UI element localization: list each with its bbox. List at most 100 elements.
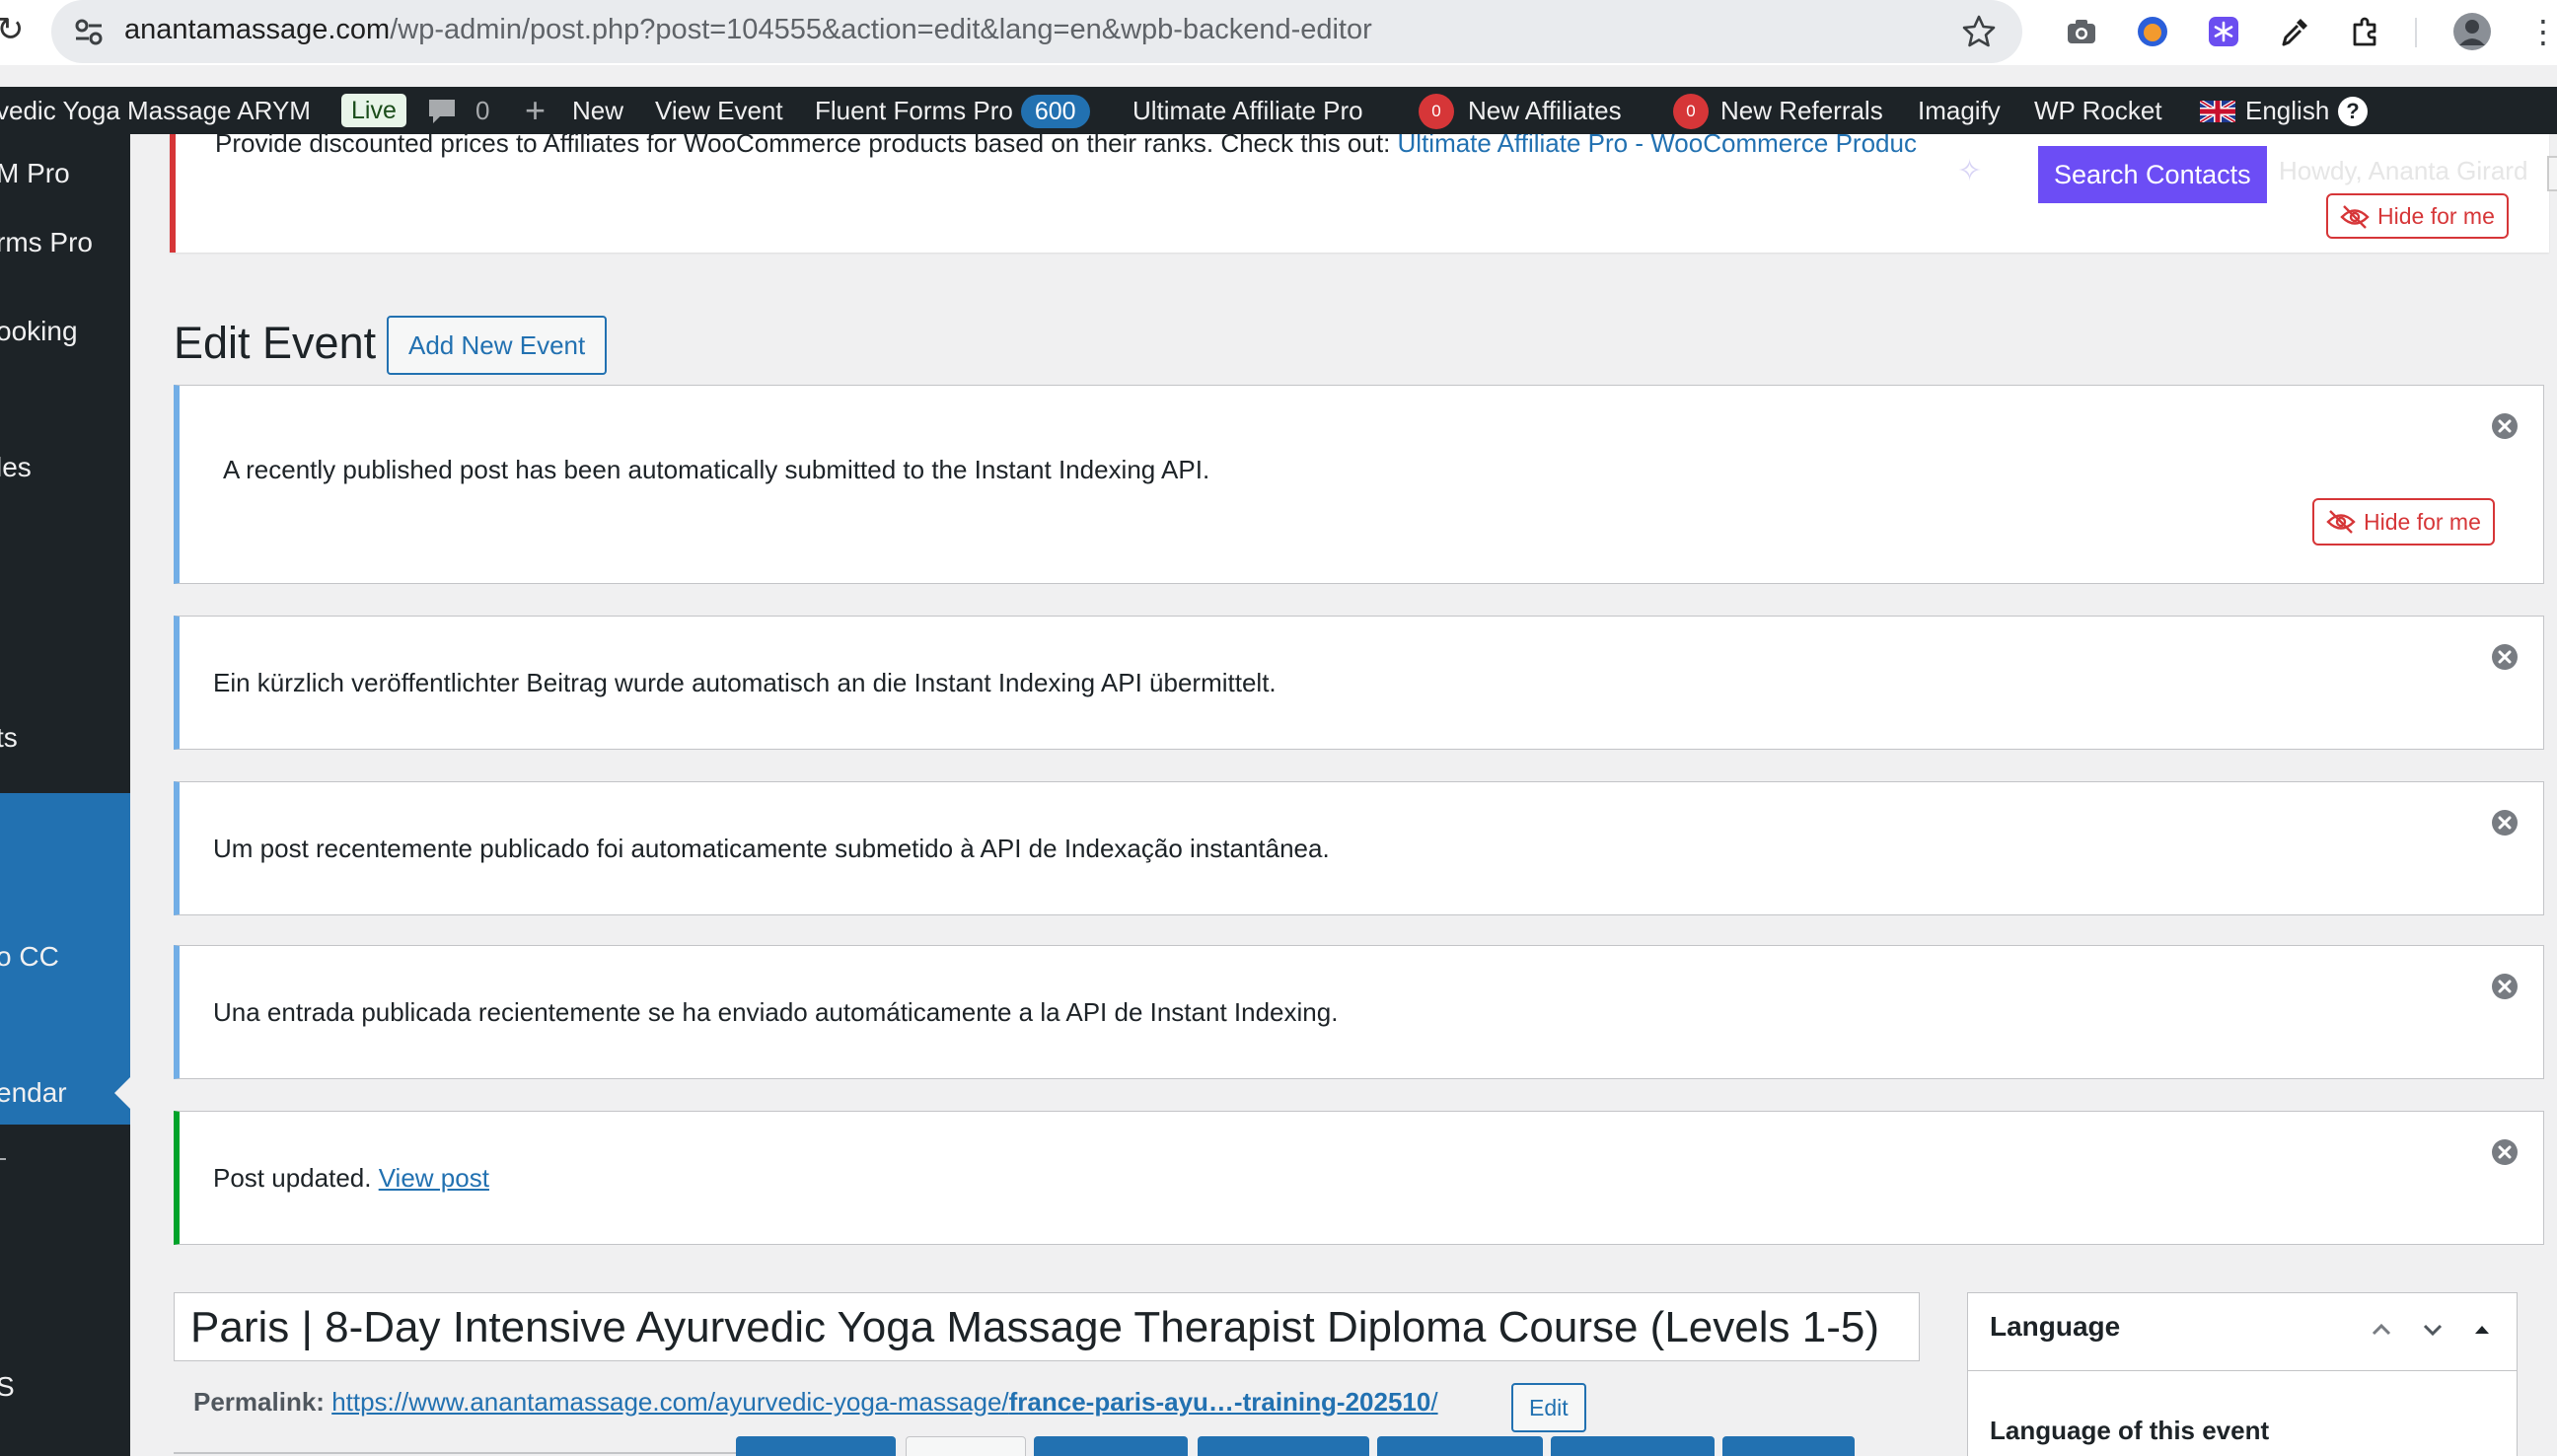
editor-button[interactable]	[1377, 1436, 1543, 1456]
editor-divider	[174, 1452, 746, 1454]
new-affiliates-link[interactable]: New Affiliates	[1468, 87, 1622, 134]
editor-button[interactable]	[1034, 1436, 1188, 1456]
wp-rocket-link[interactable]: WP Rocket	[2034, 87, 2162, 134]
permalink-row: Permalink: https://www.anantamassage.com…	[193, 1387, 1438, 1418]
sidebar-item-crm-pro[interactable]: M Pro	[0, 158, 130, 189]
dismiss-icon[interactable]	[2490, 972, 2520, 1001]
sidebar-item-cc[interactable]: o CC	[0, 793, 130, 1061]
move-down-icon[interactable]	[2418, 1315, 2447, 1345]
sidebar-item-label: les	[0, 452, 32, 482]
wp-admin-bar: vedic Yoga Massage ARYM Live 0 + New Vie…	[0, 87, 2557, 134]
profile-avatar[interactable]	[2452, 12, 2492, 51]
editor-tab[interactable]	[906, 1436, 1026, 1456]
fluent-forms-link[interactable]: Fluent Forms Pro 600	[815, 87, 1090, 134]
comments-icon[interactable]	[426, 97, 458, 126]
hide-for-me-button[interactable]: Hide for me	[2326, 193, 2509, 239]
notice-message: Ein kürzlich veröffentlichter Beitrag wu…	[213, 668, 1277, 697]
promo-message: Provide discounted prices to Affiliates …	[215, 134, 1398, 158]
dismiss-icon[interactable]	[2490, 411, 2520, 441]
camera-icon[interactable]	[2064, 14, 2099, 49]
indexing-notice-de: Ein kürzlich veröffentlichter Beitrag wu…	[174, 616, 2544, 750]
hide-for-me-button[interactable]: Hide for me	[2312, 498, 2495, 546]
notice-message: Una entrada publicada recientemente se h…	[213, 997, 1339, 1027]
eye-slash-icon	[2326, 510, 2356, 534]
uk-flag-icon	[2200, 101, 2235, 122]
live-badge: Live	[341, 94, 406, 127]
address-bar[interactable]: anantamassage.com/wp-admin/post.php?post…	[51, 0, 2022, 63]
plus-icon[interactable]: +	[525, 87, 546, 134]
permalink-tail: /	[1430, 1387, 1438, 1417]
browser-menu-icon[interactable]: ⋮	[2527, 12, 2557, 51]
view-post-link[interactable]: View post	[379, 1163, 489, 1193]
editor-button[interactable]	[736, 1436, 896, 1456]
promo-link[interactable]: Ultimate Affiliate Pro - WooCommerce Pro…	[1398, 134, 1917, 158]
notice-message: Um post recentemente publicado foi autom…	[213, 834, 1330, 863]
editor-button[interactable]	[1551, 1436, 1715, 1456]
view-event-link[interactable]: View Event	[655, 87, 783, 134]
ultimate-affiliate-link[interactable]: Ultimate Affiliate Pro	[1132, 87, 1363, 134]
promo-text: Provide discounted prices to Affiliates …	[215, 134, 1917, 159]
sidebar-item-calendar[interactable]: endar	[0, 1061, 130, 1125]
permalink-base: https://www.anantamassage.com/ayurvedic-…	[331, 1387, 1009, 1417]
user-avatar[interactable]	[2547, 156, 2557, 191]
language-switcher[interactable]: English	[2245, 87, 2329, 134]
site-name-link[interactable]: vedic Yoga Massage ARYM	[0, 87, 311, 134]
post-updated-notice: Post updated. View post	[174, 1111, 2544, 1245]
sidebar-item-label: o CC	[0, 941, 59, 972]
fluent-forms-count: 600	[1020, 95, 1090, 128]
edit-permalink-button[interactable]: Edit	[1511, 1383, 1586, 1432]
permalink-label: Permalink:	[193, 1387, 325, 1417]
post-title-input[interactable]: Paris | 8-Day Intensive Ayurvedic Yoga M…	[174, 1292, 1920, 1361]
url-host: anantamassage.com	[124, 14, 391, 45]
sidebar-item-label: S	[0, 1371, 15, 1402]
editor-button[interactable]	[1198, 1436, 1369, 1456]
permalink-slug: france-paris-ayu…-training-202510	[1008, 1387, 1431, 1417]
sidebar-item-label: endar	[0, 1077, 67, 1108]
toolbar-divider	[2415, 18, 2417, 47]
add-new-event-button[interactable]: Add New Event	[387, 316, 608, 375]
sidebar-item-s[interactable]: S	[0, 1371, 130, 1403]
dismiss-icon[interactable]	[2490, 1137, 2520, 1167]
new-referrals-link[interactable]: New Referrals	[1720, 87, 1883, 134]
help-icon[interactable]: ?	[2338, 97, 2368, 126]
browser-toolbar: ↻ anantamassage.com/wp-admin/post.php?po…	[0, 0, 2557, 65]
imagify-link[interactable]: Imagify	[1918, 87, 2001, 134]
reload-icon[interactable]: ↻	[0, 10, 25, 49]
collapse-toggle-icon[interactable]	[2467, 1315, 2497, 1345]
notice-status-text: Post updated.	[213, 1163, 379, 1193]
sidebar-item-posts[interactable]: ts	[0, 722, 130, 754]
extensions-puzzle-icon[interactable]	[2348, 14, 2383, 49]
dismiss-icon[interactable]	[2490, 808, 2520, 837]
sidebar-item-label: ts	[0, 722, 18, 753]
url-text[interactable]: anantamassage.com/wp-admin/post.php?post…	[124, 14, 1372, 46]
permalink-url[interactable]: https://www.anantamassage.com/ayurvedic-…	[331, 1387, 1437, 1417]
search-contacts-button[interactable]: Search Contacts	[2038, 146, 2267, 203]
comments-count[interactable]: 0	[475, 87, 489, 134]
site-settings-icon[interactable]	[71, 14, 107, 49]
new-referrals-count: 0	[1673, 94, 1709, 129]
dismiss-icon[interactable]	[2490, 642, 2520, 672]
language-box-title: Language	[1990, 1311, 2121, 1342]
admin-sidebar: M Pro rms Pro ooking les ts o CC endar S	[0, 134, 130, 1456]
eyedropper-icon[interactable]	[2277, 14, 2312, 49]
new-content-link[interactable]: New	[572, 87, 623, 134]
editor-button[interactable]	[1722, 1436, 1855, 1456]
bookmark-star-icon[interactable]	[1961, 14, 1997, 49]
hide-label: Hide for me	[2364, 509, 2481, 535]
sidebar-item-roles[interactable]: les	[0, 452, 130, 483]
notice-message: A recently published post has been autom…	[223, 455, 1210, 484]
sidebar-item-label: rms Pro	[0, 227, 93, 257]
extension-orb-icon[interactable]	[2135, 14, 2170, 49]
howdy-user[interactable]: Howdy, Ananta Girard	[2279, 156, 2527, 186]
sidebar-item-booking[interactable]: ooking	[0, 316, 130, 347]
sparkle-icon: ✧	[1957, 155, 1983, 187]
language-of-event-label: Language of this event	[1990, 1416, 2270, 1445]
extension-snowflake-icon[interactable]	[2206, 14, 2241, 49]
move-up-icon[interactable]	[2367, 1315, 2396, 1345]
indexing-notice-es: Una entrada publicada recientemente se h…	[174, 945, 2544, 1079]
language-meta-box: Language Language of this event	[1967, 1292, 2518, 1456]
main-content: Provide discounted prices to Affiliates …	[130, 134, 2557, 1456]
sidebar-item-label: M Pro	[0, 158, 70, 188]
sidebar-item-fluent-forms-pro[interactable]: rms Pro	[0, 227, 130, 258]
language-box-divider	[1968, 1370, 2517, 1371]
